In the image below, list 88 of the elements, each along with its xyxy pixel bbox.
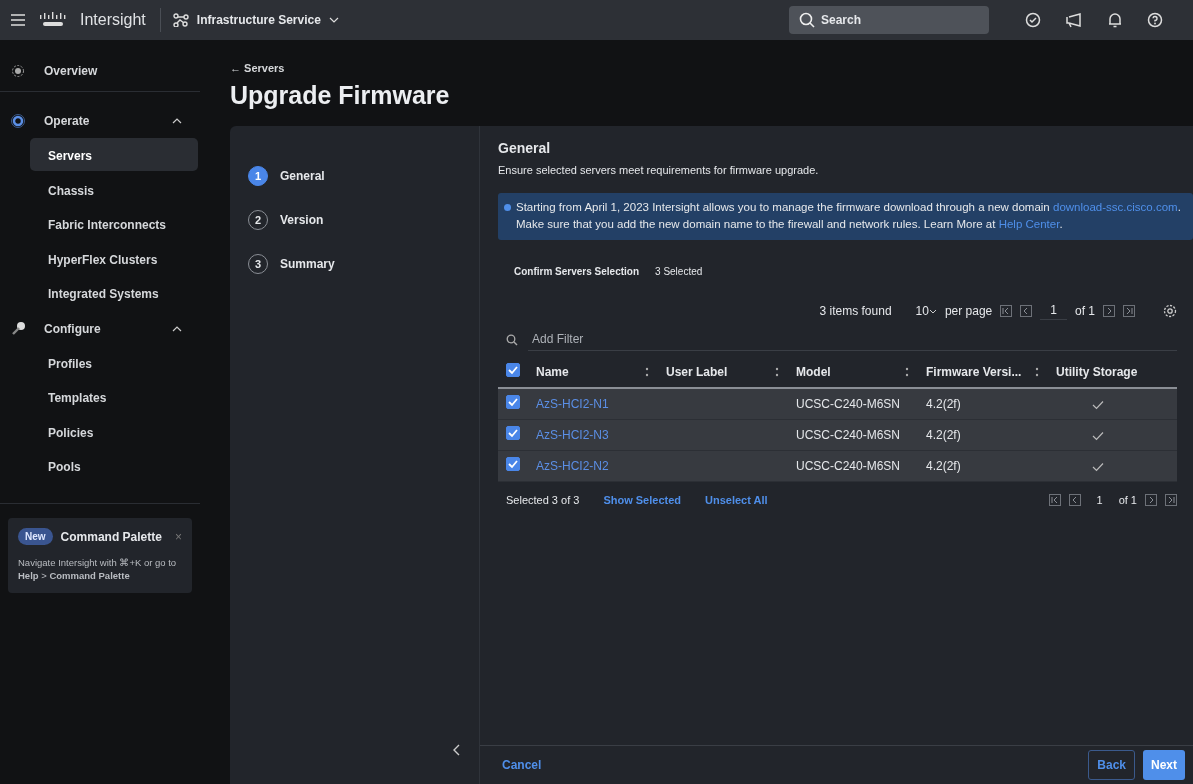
page-number-field[interactable]: 1 (1088, 492, 1111, 509)
nav-item[interactable]: Policies (30, 414, 198, 448)
caret-icon (928, 308, 937, 314)
column-header[interactable]: Firmware Versi... (926, 363, 1022, 382)
search-field[interactable]: Search (789, 6, 989, 34)
sort-icon[interactable] (644, 366, 650, 379)
first-page-icon[interactable] (1048, 494, 1061, 507)
wizard-step[interactable]: 2 Version (248, 198, 461, 242)
nav-item[interactable]: Fabric Interconnects (30, 207, 198, 240)
checkbox[interactable] (506, 457, 520, 472)
target-icon (10, 62, 26, 79)
settings-icon[interactable] (1163, 303, 1177, 318)
column-header[interactable]: Utility Storage (1056, 363, 1138, 382)
product-name: Intersight (80, 8, 161, 32)
next-page-icon[interactable] (1103, 304, 1115, 317)
search-icon (799, 12, 815, 28)
nav-item[interactable]: Templates (30, 380, 198, 413)
table-cell: 4.2(2f) (926, 397, 961, 412)
next-page-icon[interactable] (1145, 494, 1157, 507)
checkbox[interactable] (506, 395, 520, 410)
network-icon (172, 13, 189, 27)
column-header[interactable]: Name (536, 363, 569, 382)
wizard-step[interactable]: 3 Summary (248, 242, 461, 286)
table-cell: 4.2(2f) (926, 459, 961, 474)
promo-title: Command Palette (60, 528, 163, 546)
show-selected-link[interactable]: Show Selected (603, 492, 682, 509)
nav-item[interactable]: Servers (30, 138, 198, 171)
last-page-icon[interactable] (1165, 494, 1177, 507)
info-icon (504, 203, 511, 211)
checkmark-icon (507, 396, 519, 409)
nav-item[interactable]: Pools (30, 449, 198, 482)
page-total: of 1 (1118, 493, 1137, 509)
nav-item[interactable]: HyperFlex Clusters (30, 241, 198, 275)
sort-icon[interactable] (904, 366, 910, 379)
sort-icon[interactable] (774, 366, 780, 379)
prev-page-icon[interactable] (1020, 304, 1033, 317)
help-icon[interactable] (1147, 12, 1163, 28)
table-cell: 4.2(2f) (926, 428, 961, 443)
promo-text: Navigate Intersight with ⌘+K or go to Help > Command Palette (18, 555, 178, 584)
menu-icon[interactable] (10, 13, 26, 27)
table-cell: UCSC-C240-M6SN (796, 397, 901, 412)
collapse-icon[interactable] (453, 744, 461, 756)
last-page-icon[interactable] (1123, 304, 1135, 317)
checkbox[interactable] (506, 363, 520, 378)
page-number-field[interactable]: 1 (1040, 301, 1067, 321)
cancel-link[interactable]: Cancel (502, 756, 1081, 774)
table-cell: UCSC-C240-M6SN (796, 428, 901, 443)
check-circle-icon[interactable] (1025, 12, 1041, 28)
checkmark-icon (507, 364, 519, 377)
megaphone-icon[interactable] (1065, 12, 1083, 28)
checkmark-icon (507, 458, 519, 471)
selection-count: 3 Selected (655, 265, 703, 280)
logo-icon (38, 11, 68, 29)
page-total: of 1 (1075, 302, 1095, 320)
nav-item[interactable]: Overview (0, 54, 200, 92)
sort-icon[interactable] (1034, 366, 1040, 379)
search-icon (506, 333, 518, 346)
column-header[interactable]: User Label (666, 363, 728, 382)
section-title: General (498, 139, 552, 158)
wizard-step[interactable]: 1 General (248, 154, 461, 198)
nav-item[interactable]: Chassis (30, 172, 198, 206)
prev-page-icon[interactable] (1068, 494, 1081, 507)
filter-field[interactable]: Add Filter (528, 328, 1177, 352)
page-title: Upgrade Firmware (230, 79, 451, 111)
bell-icon[interactable] (1107, 12, 1123, 28)
first-page-icon[interactable] (1000, 304, 1013, 317)
service-selector[interactable]: Infrastructure Service (172, 11, 339, 29)
checkbox[interactable] (506, 426, 520, 441)
close-button[interactable]: × (175, 527, 182, 546)
page-size-select[interactable]: 10 (915, 301, 937, 320)
section-subtitle: Ensure selected servers meet requirements for firmware upgrade. (498, 163, 820, 178)
nav-item[interactable]: Integrated Systems (30, 276, 198, 309)
unselect-all-link[interactable]: Unselect All (705, 492, 768, 509)
nav-item[interactable]: Profiles (30, 345, 198, 379)
back-button[interactable]: Back (1088, 750, 1135, 780)
caret-icon (328, 17, 339, 23)
items-count: 3 items found (819, 302, 892, 320)
checkmark-icon (507, 427, 519, 440)
selected-count: Selected 3 of 3 (506, 493, 580, 509)
selection-label: Confirm Servers Selection (514, 265, 640, 280)
banner-text: Starting from April 1, 2023 Intersight allows you to manage the firmware download through a new domain download-ssc.cisco.com. Make sure that you add the new domain name to the firewall and network rules. Learn More at Help Center. (516, 200, 1181, 231)
back-link[interactable]: ← Servers (230, 60, 285, 77)
table-cell: UCSC-C240-M6SN (796, 459, 901, 474)
nav-group-header[interactable]: Configure (0, 311, 200, 346)
per-page-label: per page (944, 302, 993, 320)
new-tag: New (18, 528, 53, 545)
column-header[interactable]: Model (796, 363, 831, 382)
nav-group-header[interactable]: Operate (0, 104, 200, 138)
